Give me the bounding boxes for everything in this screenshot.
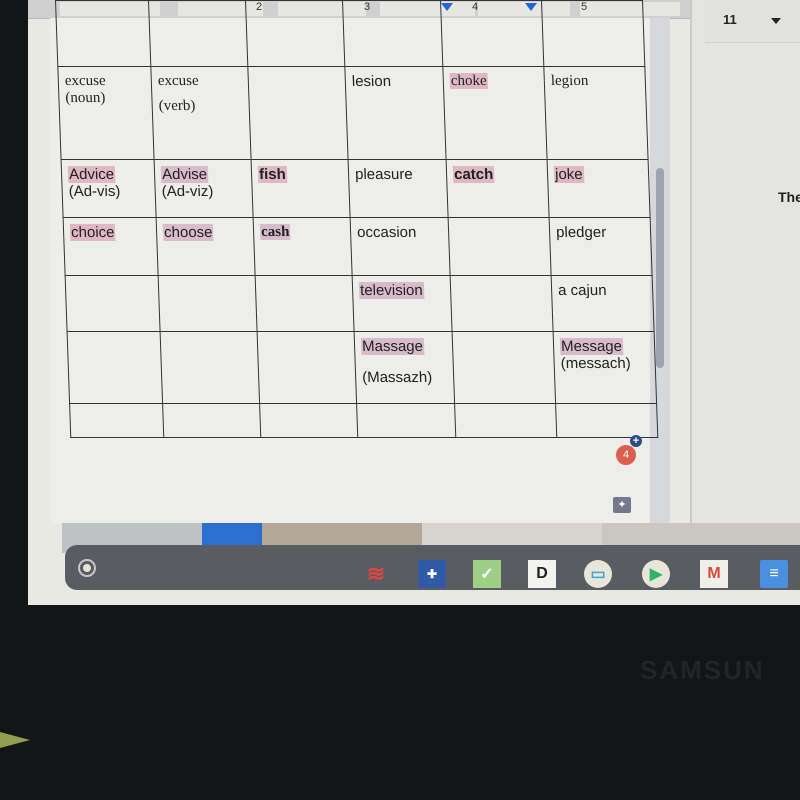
table-cell[interactable]: a cajun — [551, 275, 655, 332]
houghton-mifflin-app-icon[interactable]: ≋ — [362, 560, 390, 588]
table-cell[interactable] — [245, 0, 345, 67]
table-cell[interactable]: joke — [547, 159, 651, 218]
cell-word: pledger — [555, 224, 607, 241]
cell-word: excuse — [157, 73, 199, 89]
table-cell[interactable] — [541, 0, 645, 67]
cell-word: pleasure — [354, 166, 413, 183]
word-table: excuse (noun) excuse (verb) lesion choke… — [55, 0, 658, 438]
table-cell[interactable]: Advice (Ad-vis) — [61, 159, 157, 218]
cell-word: lesion — [351, 73, 392, 90]
comment-count-badge[interactable]: 4 — [616, 445, 636, 465]
table-cell[interactable]: pledger — [549, 217, 653, 276]
cell-note: (Ad-vis) — [68, 183, 121, 200]
cell-note: (verb) — [158, 98, 196, 114]
table-cell[interactable] — [67, 331, 163, 404]
cell-note: (Massazh) — [361, 369, 433, 386]
cell-word-highlighted: catch — [452, 166, 495, 183]
table-cell[interactable]: Advise (Ad-viz) — [154, 159, 254, 218]
d-app-icon[interactable]: D — [528, 560, 556, 588]
table-cell[interactable] — [162, 403, 261, 438]
cell-word-highlighted: television — [358, 282, 424, 299]
cell-word-highlighted: cash — [259, 224, 291, 240]
table-cell[interactable] — [259, 403, 358, 438]
side-panel-text: The — [778, 189, 800, 205]
cell-word-highlighted: choose — [162, 224, 214, 241]
add-comment-icon[interactable]: + — [630, 435, 642, 447]
table-cell[interactable]: fish — [251, 159, 351, 218]
table-cell[interactable] — [555, 403, 658, 438]
table-cell[interactable] — [148, 0, 248, 67]
table-row: Massage (Massazh) Message (messach) — [67, 331, 657, 404]
table-cell[interactable]: legion — [543, 66, 649, 160]
table-cell[interactable] — [247, 66, 349, 160]
table-row: television a cajun — [65, 275, 655, 332]
font-size-value: 11 — [723, 12, 737, 27]
font-size-select[interactable]: 11 — [705, 0, 800, 43]
cell-note: (messach) — [560, 355, 632, 372]
table-cell[interactable] — [440, 0, 544, 67]
cell-word: legion — [550, 73, 589, 89]
table-row: Advice (Ad-vis) Advise (Ad-viz) fish ple… — [61, 159, 651, 218]
cell-word: excuse — [64, 73, 106, 89]
cell-word-highlighted: joke — [553, 166, 584, 183]
table-cell[interactable]: excuse (verb) — [150, 66, 252, 160]
table-cell[interactable] — [160, 331, 260, 404]
cell-note: (noun) — [65, 90, 106, 106]
cell-note: (Ad-viz) — [161, 183, 214, 200]
table-cell[interactable]: television — [352, 275, 453, 332]
table-cell[interactable]: excuse (noun) — [57, 66, 155, 160]
table-cell[interactable] — [454, 403, 557, 438]
table-cell[interactable]: choose — [156, 217, 256, 276]
table-cell[interactable] — [55, 0, 151, 67]
cell-word-highlighted: Massage — [360, 338, 425, 355]
decorative-glow — [0, 732, 30, 748]
google-docs-icon[interactable]: ≡ — [760, 560, 788, 588]
table-cell[interactable] — [356, 403, 456, 438]
launcher-icon[interactable] — [78, 559, 96, 577]
cell-word: occasion — [356, 224, 417, 241]
table-cell[interactable]: occasion — [350, 217, 451, 276]
cell-word-highlighted: Message — [559, 338, 624, 355]
suggest-edits-icon[interactable]: ✦ — [613, 497, 631, 513]
gmail-icon[interactable]: M — [700, 560, 728, 588]
table-cell[interactable] — [450, 275, 554, 332]
table-cell[interactable] — [257, 331, 357, 404]
table-row: choice choose cash occasion pledger — [63, 217, 653, 276]
check-app-icon[interactable]: ✓ — [473, 560, 501, 588]
cell-word-highlighted: fish — [257, 166, 288, 183]
table-cell[interactable] — [342, 0, 443, 67]
table-row — [69, 403, 658, 438]
table-row — [55, 0, 645, 67]
scrollbar-thumb[interactable] — [656, 168, 664, 368]
table-cell[interactable]: pleasure — [348, 159, 449, 218]
play-store-icon[interactable]: ▶ — [642, 560, 670, 588]
table-cell[interactable]: Massage (Massazh) — [354, 331, 455, 404]
table-cell[interactable]: lesion — [344, 66, 447, 160]
table-cell[interactable] — [158, 275, 258, 332]
table-cell[interactable] — [452, 331, 556, 404]
school-app-icon[interactable]: ✚ — [418, 560, 446, 588]
table-cell[interactable] — [65, 275, 161, 332]
table-cell[interactable]: cash — [253, 217, 353, 276]
samsung-logo: SAMSUN — [640, 655, 765, 685]
cell-word-highlighted: choke — [449, 73, 488, 89]
chevron-down-icon[interactable] — [771, 18, 781, 24]
side-panel — [690, 0, 800, 523]
table-cell[interactable]: Message (messach) — [553, 331, 657, 404]
zoom-app-icon[interactable]: ▭ — [584, 560, 612, 588]
cell-word-highlighted: Advise — [160, 166, 209, 183]
cell-word-highlighted: Advice — [67, 166, 116, 183]
table-cell[interactable] — [255, 275, 355, 332]
table-row: excuse (noun) excuse (verb) lesion choke… — [57, 66, 649, 160]
table-cell[interactable]: choke — [442, 66, 548, 160]
cell-word-highlighted: choice — [69, 224, 116, 241]
cell-word: a cajun — [557, 282, 607, 299]
table-cell[interactable] — [69, 403, 164, 438]
table-cell[interactable]: choice — [63, 217, 159, 276]
table-cell[interactable]: catch — [446, 159, 550, 218]
table-cell[interactable] — [448, 217, 552, 276]
